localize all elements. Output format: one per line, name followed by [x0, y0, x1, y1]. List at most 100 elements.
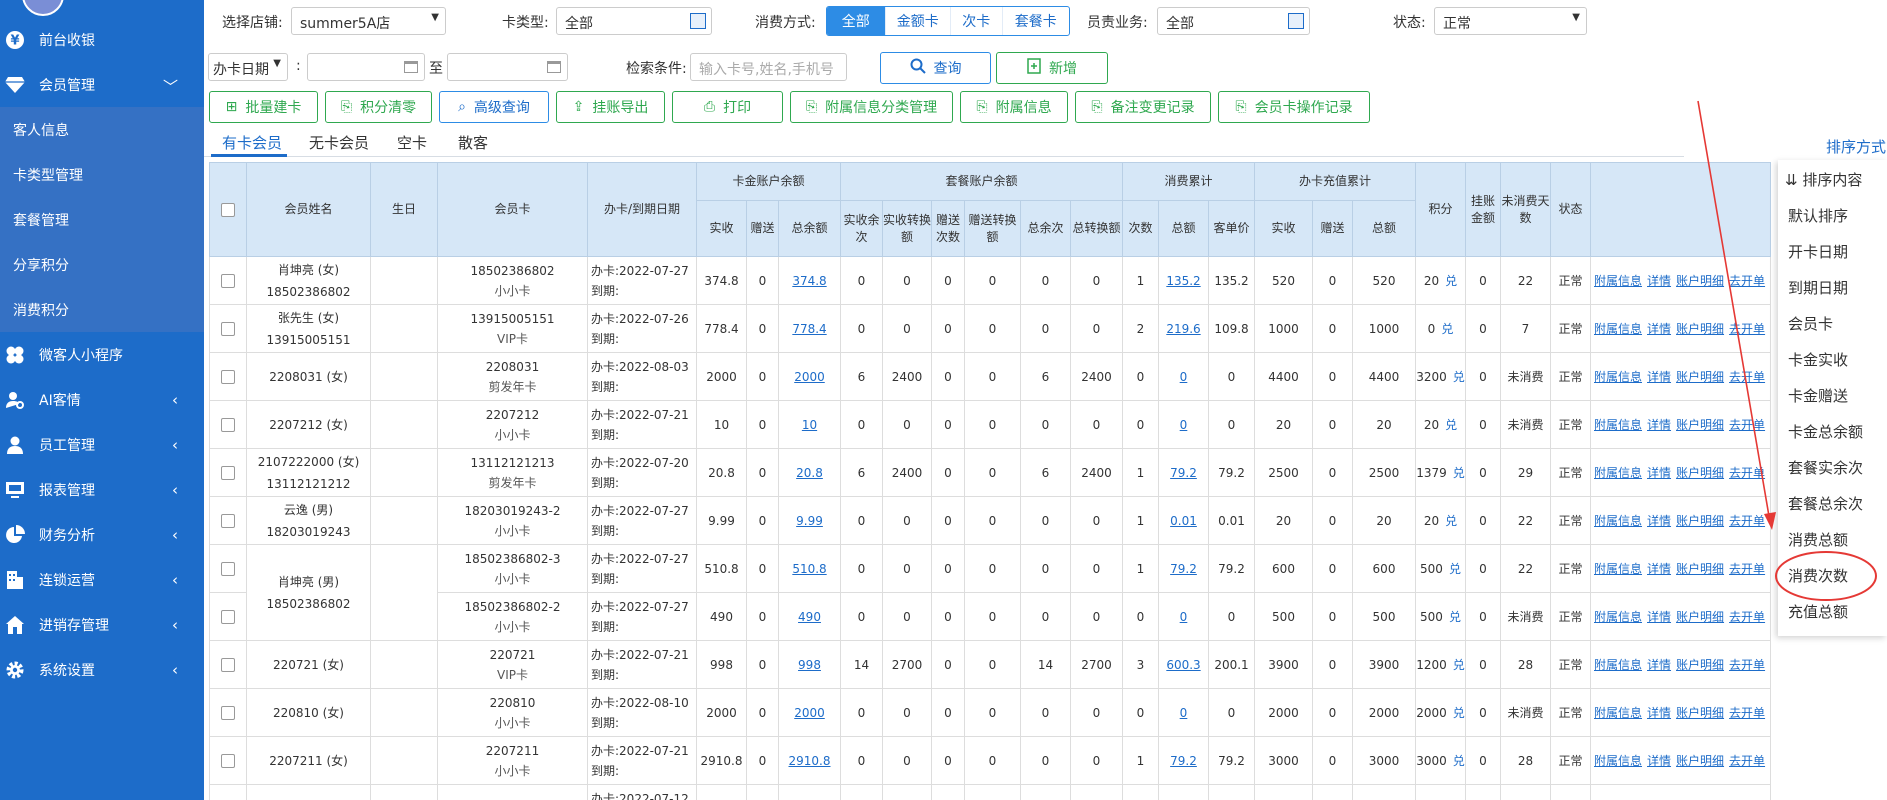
checkbox[interactable]	[221, 273, 235, 288]
checkbox[interactable]	[221, 417, 235, 432]
tab-cardless-members[interactable]: 无卡会员	[309, 132, 369, 153]
row-checkbox[interactable]	[209, 400, 247, 449]
batch-create-card-button[interactable]: ⊞ 批量建卡	[209, 91, 318, 123]
row-action-link[interactable]: 去开单	[1729, 610, 1765, 624]
attach-category-button[interactable]: ⎘ 附属信息分类管理	[790, 91, 953, 123]
checkbox[interactable]	[221, 705, 235, 720]
cell-value[interactable]: 510.8	[778, 544, 841, 593]
sort-option-consume-count[interactable]: 消费次数	[1788, 565, 1848, 586]
row-checkbox[interactable]	[209, 544, 247, 593]
row-checkbox[interactable]	[209, 592, 247, 641]
date-end-input[interactable]	[447, 53, 568, 81]
cell-value[interactable]: 79.2	[1158, 736, 1209, 785]
exchange-link[interactable]: 兑	[1449, 610, 1461, 624]
row-action-link[interactable]: 账户明细	[1676, 466, 1724, 480]
cell-value[interactable]: 0	[1158, 352, 1209, 401]
cell-value[interactable]: 0.01	[1158, 496, 1209, 545]
row-checkbox[interactable]	[209, 256, 247, 305]
nav-item-mini-program[interactable]: 微客人小程序	[0, 332, 204, 377]
row-action-link[interactable]: 账户明细	[1676, 658, 1724, 672]
row-checkbox[interactable]	[209, 352, 247, 401]
sort-option-open-date[interactable]: 开卡日期	[1788, 241, 1848, 262]
sort-option-consume-total[interactable]: 消费总额	[1788, 529, 1848, 550]
row-action-link[interactable]: 去开单	[1729, 322, 1765, 336]
row-checkbox[interactable]	[209, 448, 247, 497]
row-checkbox[interactable]	[209, 640, 247, 689]
cell-value[interactable]: 20.8	[778, 448, 841, 497]
cell-value[interactable]	[1158, 784, 1209, 800]
subnav-consume-points[interactable]: 消费积分	[0, 287, 204, 332]
row-checkbox[interactable]	[209, 304, 247, 353]
row-action-link[interactable]: 附属信息	[1594, 514, 1642, 528]
pay-option-amount-card[interactable]: 金额卡	[886, 7, 951, 35]
checkbox[interactable]	[221, 657, 235, 672]
remark-history-button[interactable]: ⎘ 备注变更记录	[1075, 91, 1211, 123]
row-action-link[interactable]: 附属信息	[1594, 754, 1642, 768]
staff-picker[interactable]: 全部	[1157, 7, 1310, 35]
row-action-link[interactable]: 详情	[1647, 322, 1671, 336]
cell-value[interactable]: 79.2	[1158, 544, 1209, 593]
sort-option-card[interactable]: 会员卡	[1788, 313, 1833, 334]
cell-value[interactable]: 135.2	[1158, 256, 1209, 305]
cell-value[interactable]: 600.3	[1158, 640, 1209, 689]
export-hang-button[interactable]: ⇪ 挂账导出	[556, 91, 665, 123]
cell-value[interactable]: 219.6	[1158, 304, 1209, 353]
sort-method-link[interactable]: 排序方式	[1826, 136, 1886, 157]
row-action-link[interactable]: 附属信息	[1594, 658, 1642, 672]
cell-value[interactable]: 374.8	[778, 256, 841, 305]
row-action-link[interactable]: 附属信息	[1594, 610, 1642, 624]
row-action-link[interactable]: 附属信息	[1594, 370, 1642, 384]
status-select[interactable]: 正常 ▼	[1434, 7, 1587, 35]
subnav-share-points[interactable]: 分享积分	[0, 242, 204, 287]
row-action-link[interactable]: 账户明细	[1676, 610, 1724, 624]
checkbox[interactable]	[221, 465, 235, 480]
date-start-input[interactable]	[307, 53, 425, 81]
exchange-link[interactable]: 兑	[1453, 706, 1465, 720]
row-action-link[interactable]: 账户明细	[1676, 370, 1724, 384]
row-checkbox[interactable]	[209, 784, 247, 800]
row-action-link[interactable]: 去开单	[1729, 658, 1765, 672]
subnav-customer-info[interactable]: 客人信息	[0, 107, 204, 152]
nav-item-settings[interactable]: 系统设置 ‹	[0, 647, 204, 692]
row-action-link[interactable]: 去开单	[1729, 754, 1765, 768]
row-action-link[interactable]: 去开单	[1729, 706, 1765, 720]
row-action-link[interactable]: 附属信息	[1594, 706, 1642, 720]
nav-item-reports[interactable]: 报表管理 ‹	[0, 467, 204, 512]
pay-option-all[interactable]: 全部	[827, 7, 886, 35]
row-action-link[interactable]: 附属信息	[1594, 274, 1642, 288]
nav-item-member-management[interactable]: 会员管理 ﹀	[0, 62, 204, 107]
row-action-link[interactable]: 详情	[1647, 610, 1671, 624]
sort-option-recharge-total[interactable]: 充值总额	[1788, 601, 1848, 622]
row-action-link[interactable]: 附属信息	[1594, 562, 1642, 576]
row-action-link[interactable]: 账户明细	[1676, 274, 1724, 288]
sort-option-default[interactable]: 默认排序	[1788, 205, 1848, 226]
pay-method-toggle[interactable]: 全部 金额卡 次卡 套餐卡	[826, 6, 1070, 36]
row-action-link[interactable]: 去开单	[1729, 418, 1765, 432]
checkbox[interactable]	[221, 753, 235, 768]
exchange-link[interactable]: 兑	[1453, 466, 1465, 480]
query-button[interactable]: 查询	[880, 52, 991, 84]
search-input[interactable]: 输入卡号,姓名,手机号	[690, 53, 847, 81]
cell-value[interactable]: 998	[778, 640, 841, 689]
sort-option-card-total[interactable]: 卡金总余额	[1788, 421, 1863, 442]
row-action-link[interactable]: 详情	[1647, 754, 1671, 768]
sort-option-card-gift[interactable]: 卡金赠送	[1788, 385, 1848, 406]
row-action-link[interactable]: 账户明细	[1676, 418, 1724, 432]
row-action-link[interactable]: 去开单	[1729, 274, 1765, 288]
subnav-packages[interactable]: 套餐管理	[0, 197, 204, 242]
nav-item-chain[interactable]: 连锁运营 ‹	[0, 557, 204, 602]
sort-option-package-total-left[interactable]: 套餐总余次	[1788, 493, 1863, 514]
row-action-link[interactable]: 账户明细	[1676, 754, 1724, 768]
row-action-link[interactable]: 账户明细	[1676, 562, 1724, 576]
cell-value[interactable]: 778.4	[778, 304, 841, 353]
row-action-link[interactable]: 附属信息	[1594, 466, 1642, 480]
cell-value[interactable]: 2000	[778, 352, 841, 401]
add-button[interactable]: 新增	[996, 52, 1108, 84]
cardtype-picker[interactable]: 全部	[556, 7, 712, 35]
row-action-link[interactable]: 详情	[1647, 562, 1671, 576]
row-action-link[interactable]: 账户明细	[1676, 706, 1724, 720]
pay-option-package-card[interactable]: 套餐卡	[1003, 7, 1069, 35]
sort-option-expire-date[interactable]: 到期日期	[1788, 277, 1848, 298]
row-checkbox[interactable]	[209, 736, 247, 785]
nav-item-inventory[interactable]: 进销存管理 ‹	[0, 602, 204, 647]
